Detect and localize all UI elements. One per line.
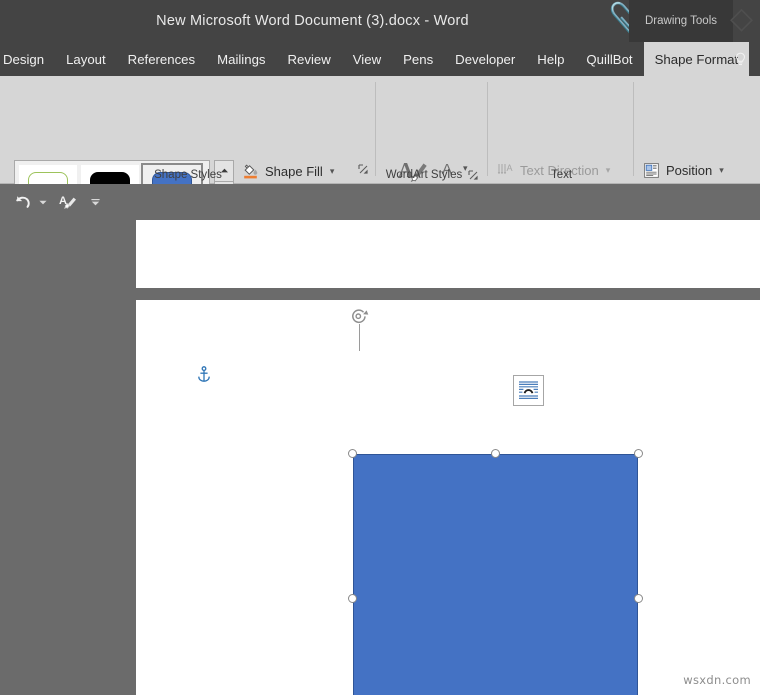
chevron-down-icon: ▾ xyxy=(719,164,724,175)
ribbon-group-arrange: Position ▾ Wrap Text ▾ Br xyxy=(635,76,760,230)
layout-options-button[interactable] xyxy=(513,375,544,406)
ribbon-group-shape-styles: Abc Abc Abc xyxy=(0,76,376,231)
group-separator xyxy=(633,82,634,176)
group-label-text: Shape Styles xyxy=(154,169,222,181)
quick-access-toolbar: A xyxy=(0,184,760,220)
lightbulb-icon xyxy=(735,52,745,65)
ribbon-tabs: Design Layout References Mailings Review View… xyxy=(0,42,750,76)
ribbon-tab-strip: Design Layout References Mailings Review View… xyxy=(0,42,760,76)
wordart-styles-dialog-launcher[interactable] xyxy=(468,169,479,181)
rectangle-shape[interactable] xyxy=(353,454,638,695)
chevron-down-icon xyxy=(39,200,47,204)
shape-styles-group-label: Shape Styles xyxy=(0,169,376,181)
tell-me-button[interactable] xyxy=(726,42,754,76)
undo-button[interactable] xyxy=(8,184,36,220)
customize-quick-access-toolbar-button[interactable] xyxy=(85,184,105,220)
decorative-diamond-glyph: ◇ xyxy=(730,2,754,35)
window-title: New Microsoft Word Document (3).docx - W… xyxy=(156,13,469,29)
ribbon: Abc Abc Abc xyxy=(0,76,760,231)
resize-handle-w[interactable] xyxy=(348,594,357,603)
rotate-icon xyxy=(352,309,369,324)
ribbon-group-text: A Text Direction ▾ Align Text ▾ xyxy=(489,76,634,230)
object-anchor-icon xyxy=(197,366,211,389)
contextual-tab-group-label: Drawing Tools xyxy=(629,0,733,42)
rotate-handle[interactable] xyxy=(349,307,370,331)
ribbon-tab-help[interactable]: Help xyxy=(526,42,575,76)
square-wrap-icon xyxy=(519,381,538,399)
resize-handle-ne[interactable] xyxy=(634,449,643,458)
resize-handle-e[interactable] xyxy=(634,594,643,603)
ribbon-tab-developer[interactable]: Developer xyxy=(444,42,526,76)
chevron-down-icon xyxy=(90,198,100,205)
ribbon-tab-view[interactable]: View xyxy=(342,42,392,76)
ribbon-group-wordart-styles: A Quick Styles ▾ A ▾ A xyxy=(377,76,488,229)
wordart-styles-group-label: WordArt Styles xyxy=(377,169,488,181)
document-page-previous[interactable] xyxy=(136,220,760,288)
ribbon-tab-mailings[interactable]: Mailings xyxy=(206,42,276,76)
ribbon-tab-quillbot[interactable]: QuillBot xyxy=(575,42,643,76)
word-window: 📎 New Microsoft Word Document (3).docx -… xyxy=(0,0,760,695)
ribbon-tab-design[interactable]: Design xyxy=(0,42,55,76)
position-button[interactable]: Position ▾ xyxy=(643,159,724,181)
position-icon xyxy=(644,162,659,178)
title-bar-right-filler: ◇ xyxy=(730,0,760,42)
format-painter-button[interactable]: A xyxy=(55,184,81,220)
group-separator xyxy=(487,82,488,176)
title-bar: 📎 New Microsoft Word Document (3).docx -… xyxy=(0,0,760,42)
document-page-current[interactable] xyxy=(136,300,760,695)
resize-handle-n[interactable] xyxy=(491,449,500,458)
group-separator xyxy=(375,82,376,176)
ribbon-tab-layout[interactable]: Layout xyxy=(55,42,117,76)
shape-styles-dialog-launcher[interactable] xyxy=(358,162,369,180)
anchor-icon xyxy=(198,366,210,382)
ribbon-tab-references[interactable]: References xyxy=(117,42,206,76)
group-label-text: Text xyxy=(550,169,573,181)
group-label-text: WordArt Styles xyxy=(385,169,463,181)
text-group-label: Text xyxy=(489,169,634,181)
dialog-launcher-icon xyxy=(358,164,368,174)
document-canvas: wsxdn.com xyxy=(0,220,760,695)
ribbon-tab-pens[interactable]: Pens xyxy=(392,42,444,76)
resize-handle-nw[interactable] xyxy=(348,449,357,458)
position-label: Position xyxy=(666,162,713,178)
dialog-launcher-icon xyxy=(468,169,478,180)
undo-arrow-icon xyxy=(15,196,30,208)
ribbon-tab-review[interactable]: Review xyxy=(277,42,342,76)
format-painter-icon: A xyxy=(59,195,76,209)
undo-dropdown-button[interactable] xyxy=(34,184,52,220)
site-watermark: wsxdn.com xyxy=(683,673,751,687)
